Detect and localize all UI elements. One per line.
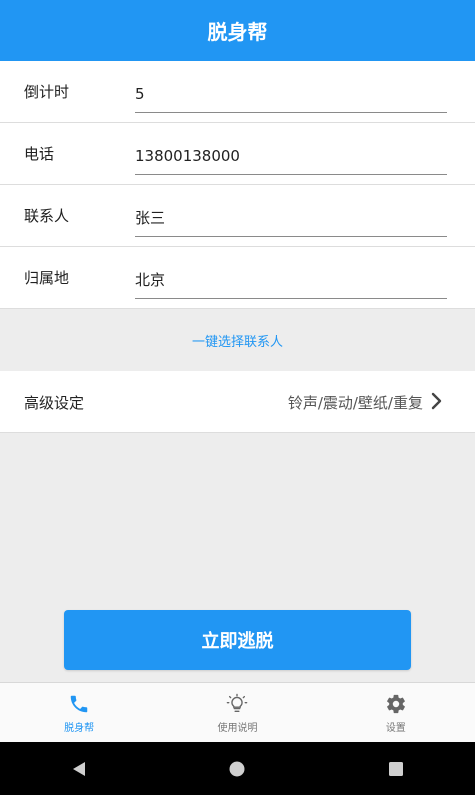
bottom-nav: 脱身帮 使用说明 设置 xyxy=(0,682,475,743)
nav-label-home: 脱身帮 xyxy=(64,722,95,734)
phone-field[interactable] xyxy=(135,137,447,175)
app-title: 脱身帮 xyxy=(207,20,268,44)
countdown-field[interactable] xyxy=(135,75,447,113)
recents-square-icon xyxy=(388,761,403,776)
form-row-countdown: 倒计时 xyxy=(0,61,475,123)
nav-label-settings: 设置 xyxy=(385,722,406,734)
back-triangle-icon xyxy=(73,761,86,776)
advanced-value: 铃声/震动/壁纸/重复 xyxy=(287,394,423,412)
phone-label: 电话 xyxy=(24,145,55,163)
nav-item-instructions[interactable]: 使用说明 xyxy=(158,683,316,743)
form-row-contact: 联系人 xyxy=(0,185,475,247)
location-label: 归属地 xyxy=(24,269,70,287)
phone-icon xyxy=(70,695,88,712)
escape-now-label: 立即逃脱 xyxy=(201,631,274,652)
pick-contact-label: 一键选择联系人 xyxy=(191,334,283,350)
escape-now-button[interactable]: 立即逃脱 xyxy=(64,610,411,670)
chevron-right-icon xyxy=(431,392,442,410)
lightbulb-icon xyxy=(227,693,248,712)
system-nav-bar xyxy=(0,742,475,795)
contact-field[interactable] xyxy=(135,199,447,237)
nav-item-home[interactable]: 脱身帮 xyxy=(0,683,158,743)
advanced-settings-row[interactable]: 高级设定 铃声/震动/壁纸/重复 xyxy=(0,371,475,433)
contact-label: 联系人 xyxy=(24,207,70,225)
nav-item-settings[interactable]: 设置 xyxy=(317,683,475,743)
nav-label-instructions: 使用说明 xyxy=(217,722,258,734)
form-row-location: 归属地 xyxy=(0,247,475,309)
advanced-label: 高级设定 xyxy=(24,394,85,412)
form-row-phone: 电话 xyxy=(0,123,475,185)
escape-form: 倒计时 电话 联系人 归属地 xyxy=(0,61,475,309)
system-recents-button[interactable] xyxy=(356,742,436,795)
gear-icon xyxy=(386,694,405,713)
system-back-button[interactable] xyxy=(39,742,119,795)
home-circle-icon xyxy=(229,761,245,776)
location-field[interactable] xyxy=(135,261,447,299)
app-bar: 脱身帮 xyxy=(0,0,475,61)
pick-contact-link[interactable]: 一键选择联系人 xyxy=(0,309,475,371)
system-home-button[interactable] xyxy=(197,742,277,795)
countdown-label: 倒计时 xyxy=(24,83,70,101)
